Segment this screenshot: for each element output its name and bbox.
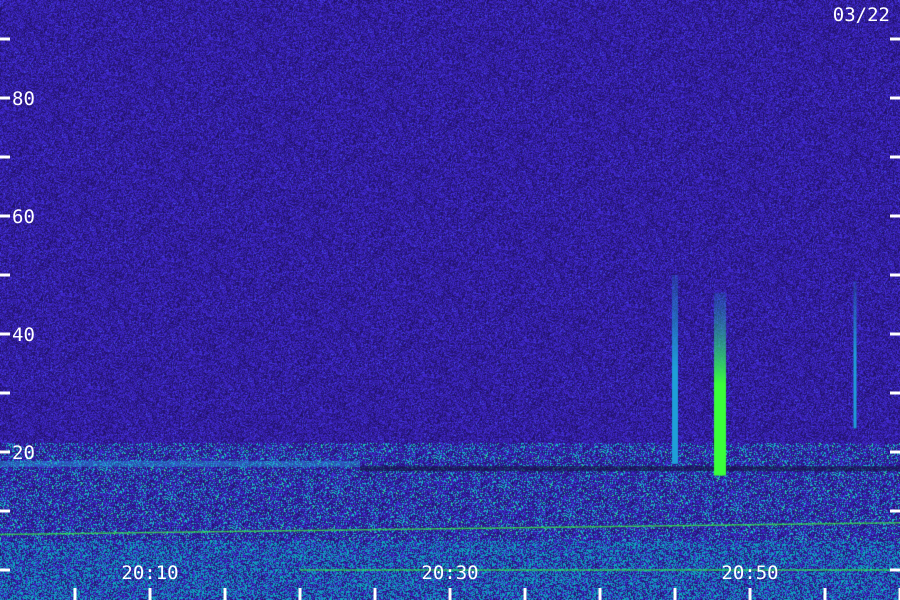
x-tick-label-2030: 20:30 (421, 562, 478, 584)
date-label: 03/22 (832, 4, 890, 26)
y-tick-label-60: 60 (12, 206, 35, 228)
axis-overlay: 2040608010020:1020:3020:50 (0, 37, 900, 600)
x-tick-label-2010: 20:10 (121, 562, 178, 584)
y-tick-label-80: 80 (12, 88, 35, 110)
y-tick-label-40: 40 (12, 324, 35, 346)
y-tick-label-20: 20 (12, 442, 35, 464)
spectrogram-chart: 2040608010020:1020:3020:50 03/22 (0, 0, 900, 600)
x-tick-label-2050: 20:50 (721, 562, 778, 584)
